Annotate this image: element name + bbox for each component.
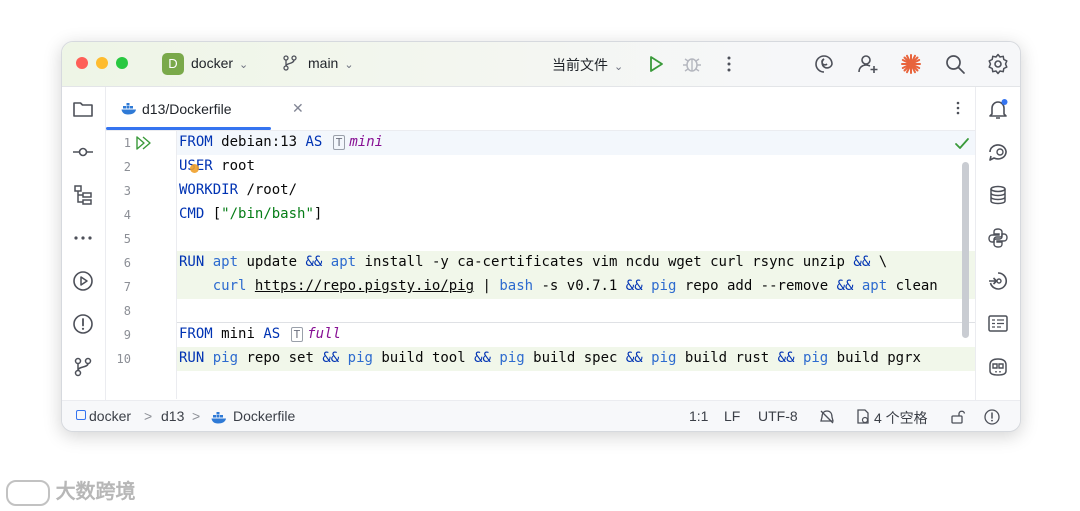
project-badge[interactable]: D xyxy=(162,53,184,75)
breadcrumb-separator: > xyxy=(192,408,201,424)
line-number: 2 xyxy=(123,160,131,174)
add-user-icon[interactable] xyxy=(856,52,880,76)
right-tool-strip xyxy=(975,87,1020,400)
title-bar: D docker ⌄ main ⌄ 当前文件 ⌄ xyxy=(62,42,1020,87)
code-line-6: RUN apt update && apt install -y ca-cert… xyxy=(179,254,888,270)
chevron-down-icon: ⌄ xyxy=(239,59,249,71)
breadcrumb-project[interactable]: docker xyxy=(89,408,131,424)
close-window-button[interactable] xyxy=(76,57,88,69)
breadcrumb-file[interactable]: Dockerfile xyxy=(233,408,295,424)
line-number: 9 xyxy=(123,328,131,342)
swirl-icon[interactable] xyxy=(812,52,836,76)
code-line-7: curl https://repo.pigsty.io/pig | bash -… xyxy=(212,278,938,294)
run-config-selector[interactable]: 当前文件 ⌄ xyxy=(552,55,623,75)
minimize-window-button[interactable] xyxy=(96,57,108,69)
ide-window: D docker ⌄ main ⌄ 当前文件 ⌄ d13/Dockerfile … xyxy=(61,41,1021,432)
code-line-1: FROM debian:13 AS Tmini xyxy=(179,134,384,150)
services-icon[interactable] xyxy=(986,269,1010,293)
run-gutter-icon[interactable] xyxy=(136,136,152,150)
code-line-3: WORKDIR /root/ xyxy=(179,182,298,198)
branch-icon xyxy=(283,55,297,71)
code-line-4: CMD ["/bin/bash"] xyxy=(179,206,323,222)
branch-name: main xyxy=(308,55,339,71)
url-link[interactable]: https://repo.pigsty.io/pig xyxy=(255,278,474,294)
commit-icon[interactable] xyxy=(71,140,95,164)
cursor-marker xyxy=(190,164,199,173)
run-icon[interactable] xyxy=(644,52,668,76)
watermark: 大数跨境 xyxy=(6,475,136,506)
branch-selector[interactable]: main ⌄ xyxy=(308,55,354,71)
stage-separator xyxy=(177,322,975,323)
sparkle-icon[interactable] xyxy=(899,52,923,76)
tab-dockerfile[interactable]: d13/Dockerfile ✕ xyxy=(106,87,311,130)
line-gutter: 1 2 3 4 5 6 7 8 9 10 xyxy=(106,131,177,399)
indent-setting[interactable]: 4 个空格 xyxy=(874,408,928,428)
type-icon: T xyxy=(332,135,346,150)
project-name: docker xyxy=(191,55,234,71)
breadcrumb-separator: > xyxy=(144,408,153,424)
indent-icon xyxy=(857,409,869,424)
problems-icon[interactable] xyxy=(71,312,95,336)
inspection-icon[interactable] xyxy=(818,408,836,426)
file-encoding[interactable]: UTF-8 xyxy=(758,408,798,424)
bell-icon[interactable] xyxy=(986,97,1010,121)
docker-icon xyxy=(211,412,226,424)
cursor-position[interactable]: 1:1 xyxy=(689,408,708,424)
left-tool-strip xyxy=(62,87,106,400)
settings-icon[interactable] xyxy=(986,52,1010,76)
folder-icon[interactable] xyxy=(71,97,95,121)
editor-tab-bar: d13/Dockerfile ✕ xyxy=(106,87,975,131)
copilot-icon[interactable] xyxy=(986,355,1010,379)
python-icon[interactable] xyxy=(986,226,1010,250)
docker-icon xyxy=(121,103,136,115)
run-icon[interactable] xyxy=(71,269,95,293)
more-icon[interactable] xyxy=(71,226,95,250)
line-number: 4 xyxy=(123,208,131,222)
git-icon[interactable] xyxy=(71,355,95,379)
kebab-icon[interactable] xyxy=(948,98,968,118)
warning-icon[interactable] xyxy=(983,408,1001,426)
watermark-logo-icon xyxy=(6,479,50,506)
line-separator[interactable]: LF xyxy=(724,408,740,424)
tab-title: d13/Dockerfile xyxy=(142,101,232,117)
run-config-name: 当前文件 xyxy=(552,57,608,73)
line-number: 3 xyxy=(123,184,131,198)
line-number: 6 xyxy=(123,256,131,270)
search-icon[interactable] xyxy=(943,52,967,76)
chevron-down-icon: ⌄ xyxy=(344,59,354,71)
watermark-text: 大数跨境 xyxy=(55,481,136,503)
line-number: 7 xyxy=(123,280,131,294)
database-icon[interactable] xyxy=(986,183,1010,207)
line-number: 5 xyxy=(123,232,131,246)
line-number: 8 xyxy=(123,304,131,318)
kebab-icon[interactable] xyxy=(717,52,741,76)
line-number: 10 xyxy=(116,352,131,366)
type-icon: T xyxy=(290,327,304,342)
code-line-9: FROM mini AS Tfull xyxy=(179,326,341,342)
active-tab-indicator xyxy=(106,127,271,130)
debug-icon[interactable] xyxy=(680,52,704,76)
project-icon xyxy=(76,410,86,420)
close-icon[interactable]: ✕ xyxy=(292,100,304,117)
terminal-icon[interactable] xyxy=(986,312,1010,336)
chevron-down-icon: ⌄ xyxy=(614,61,624,73)
structure-icon[interactable] xyxy=(71,183,95,207)
breadcrumb-folder[interactable]: d13 xyxy=(161,408,184,424)
vertical-scrollbar[interactable] xyxy=(962,162,969,338)
status-bar: docker > d13 > Dockerfile 1:1 LF UTF-8 4… xyxy=(62,400,1020,431)
code-editor[interactable]: 1 2 3 4 5 6 7 8 9 10 FROM debian:13 AS T… xyxy=(106,131,975,399)
check-icon[interactable] xyxy=(954,137,970,151)
code-line-10: RUN pig repo set && pig build tool && pi… xyxy=(179,350,921,366)
lock-icon[interactable] xyxy=(950,409,966,425)
maximize-window-button[interactable] xyxy=(116,57,128,69)
ai-chat-icon[interactable] xyxy=(986,140,1010,164)
project-selector[interactable]: docker ⌄ xyxy=(191,55,248,71)
line-number: 1 xyxy=(123,136,131,150)
